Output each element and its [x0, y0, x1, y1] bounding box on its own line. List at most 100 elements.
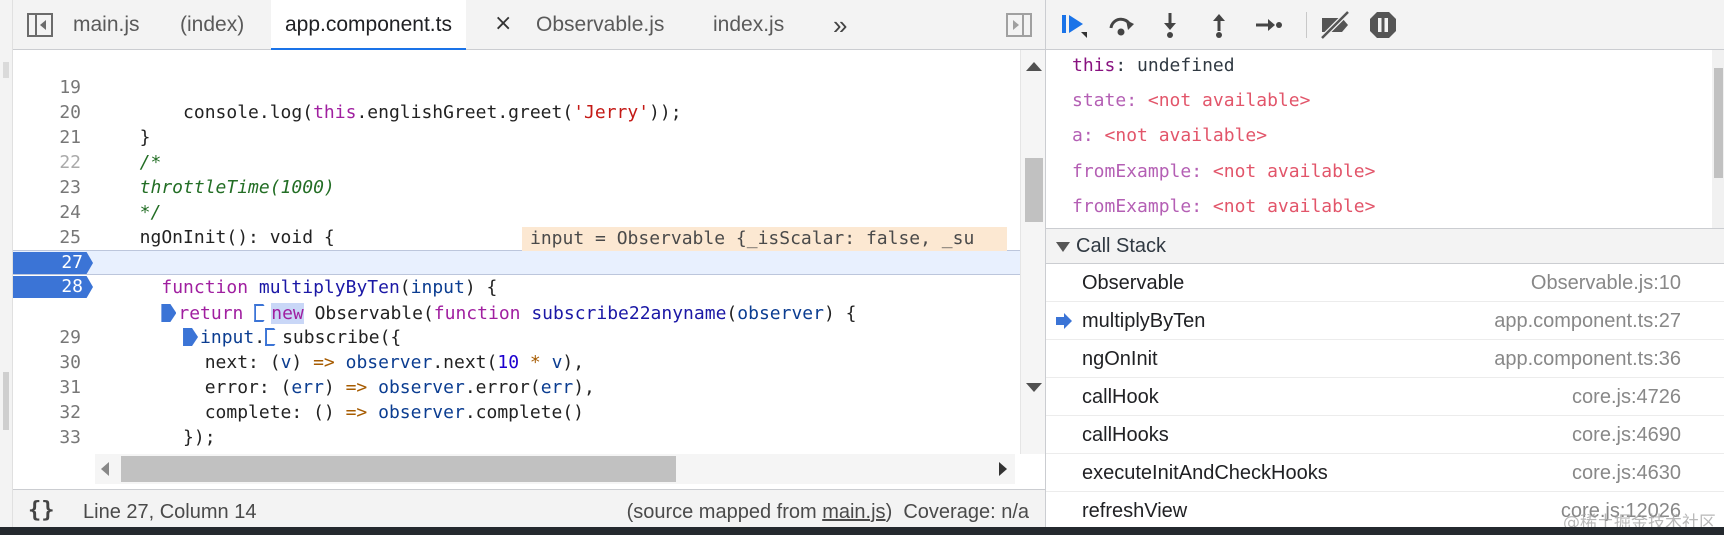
- call-frame[interactable]: callHooks core.js:4690: [1046, 416, 1724, 454]
- code-line: 34 }: [13, 425, 1020, 454]
- more-tabs-icon[interactable]: »: [833, 0, 847, 50]
- step-over-icon[interactable]: [1106, 10, 1136, 40]
- call-frame[interactable]: callHook core.js:4726: [1046, 378, 1724, 416]
- current-execution-line: 27 return new Observable(function subscr…: [13, 250, 1020, 324]
- tab-index-js[interactable]: index.js: [713, 0, 784, 50]
- scope-panel: this: undefined state: <not available> a…: [1046, 50, 1724, 228]
- code-editor[interactable]: 19 console.log(this.englishGreet.greet('…: [13, 50, 1020, 454]
- scope-variable[interactable]: state: <not available>: [1072, 87, 1310, 115]
- variable-separator: :: [1115, 55, 1138, 76]
- frame-location[interactable]: core.js:4726: [1572, 386, 1681, 409]
- source-map-suffix: ): [885, 501, 893, 523]
- code-line: 21 /*: [13, 100, 1020, 173]
- code-line: 33 });: [13, 400, 1020, 454]
- resume-icon[interactable]: [1059, 10, 1089, 40]
- code-line: 29 next: (v) => observer.next(10 * v),: [13, 300, 1020, 373]
- expand-triangle-icon: [1056, 242, 1070, 252]
- frame-location[interactable]: app.component.ts:27: [1494, 310, 1681, 333]
- scope-variable[interactable]: a: <not available>: [1072, 122, 1267, 150]
- code-line: 30 error: (err) => observer.error(err),: [13, 325, 1020, 398]
- variable-value: undefined: [1137, 55, 1235, 76]
- frame-function: Observable: [1082, 272, 1185, 294]
- code-line: 31 complete: () => observer.complete(): [13, 350, 1020, 423]
- breakpoint-marker[interactable]: 28: [13, 276, 93, 298]
- code-line: 22 throttleTime(1000): [13, 125, 1020, 198]
- strip-marker: [3, 62, 9, 78]
- editor-vertical-scrollbar[interactable]: [1020, 50, 1045, 454]
- tab-app-component-ts[interactable]: app.component.ts: [271, 0, 466, 51]
- code-line: 24 ngOnInit(): void {: [13, 175, 1020, 248]
- variable-value: <not available>: [1147, 90, 1311, 111]
- source-map-prefix: (source mapped from: [626, 501, 823, 523]
- scroll-left-icon[interactable]: [101, 462, 109, 476]
- call-frame[interactable]: ngOnInit app.component.ts:36: [1046, 340, 1724, 378]
- step-out-icon[interactable]: [1204, 10, 1234, 40]
- variable-value: <not available>: [1212, 161, 1376, 182]
- variable-name: fromExample: [1072, 196, 1192, 217]
- variable-separator: :: [1126, 90, 1148, 111]
- step-into-icon[interactable]: [1155, 10, 1185, 40]
- current-frame-arrow-icon: [1056, 313, 1072, 329]
- source-map-info: (source mapped from main.js) Coverage: n…: [627, 501, 1029, 524]
- close-tab-icon[interactable]: ×: [494, 0, 512, 50]
- coverage-status: Coverage: n/a: [903, 501, 1029, 523]
- inline-value-preview: input = Observable {_isScalar: false, _s…: [522, 227, 1007, 251]
- window-bottom-edge: [0, 527, 1724, 535]
- call-frame[interactable]: Observable Observable.js:10: [1046, 264, 1724, 302]
- scroll-up-icon[interactable]: [1026, 62, 1042, 71]
- editor-tab-bar: main.js (index) app.component.ts × Obser…: [13, 0, 1045, 51]
- frame-function: refreshView: [1082, 500, 1188, 522]
- frame-function: callHook: [1082, 386, 1159, 408]
- code-line: 25 // input has type observable: [13, 200, 1020, 273]
- variable-separator: :: [1191, 161, 1213, 182]
- code-line: 19 console.log(this.englishGreet.greet('…: [13, 50, 1020, 123]
- tab-index[interactable]: (index): [180, 0, 244, 50]
- navigator-collapse-strip[interactable]: [0, 0, 13, 535]
- frame-location[interactable]: core.js:4630: [1572, 462, 1681, 485]
- cursor-position: Line 27, Column 14: [83, 501, 257, 523]
- deactivate-breakpoints-icon[interactable]: [1318, 10, 1354, 40]
- pretty-print-icon[interactable]: {}: [28, 498, 55, 523]
- scrollbar-thumb[interactable]: [1025, 158, 1043, 222]
- call-stack-list: Observable Observable.js:10 multiplyByTe…: [1046, 264, 1724, 527]
- scrollbar-thumb[interactable]: [121, 456, 676, 482]
- scope-variable[interactable]: fromExample: <not available>: [1072, 158, 1375, 186]
- code-line: 20 }: [13, 75, 1020, 148]
- breakpoint-marker[interactable]: 27: [13, 252, 93, 274]
- toolbar-separator: [1306, 12, 1307, 38]
- frame-location[interactable]: core.js:4690: [1572, 424, 1681, 447]
- code-line: 23 */: [13, 150, 1020, 223]
- frame-location[interactable]: app.component.ts:36: [1494, 348, 1681, 371]
- variable-name: this: [1072, 55, 1116, 76]
- code-line: 32 });: [13, 375, 1020, 448]
- call-stack-title: Call Stack: [1076, 235, 1167, 257]
- call-frame-current[interactable]: multiplyByTen app.component.ts:27: [1046, 302, 1724, 340]
- toggle-debugger-icon[interactable]: [1006, 13, 1032, 37]
- frame-location[interactable]: Observable.js:10: [1531, 272, 1681, 295]
- frame-function: executeInitAndCheckHooks: [1082, 462, 1328, 484]
- frame-function: ngOnInit: [1082, 348, 1158, 370]
- scroll-down-icon[interactable]: [1026, 383, 1042, 392]
- toggle-navigator-icon[interactable]: [27, 13, 53, 37]
- variable-separator: :: [1082, 125, 1105, 146]
- scope-variable[interactable]: this: undefined: [1072, 52, 1235, 80]
- tab-observable-js[interactable]: Observable.js: [536, 0, 664, 50]
- call-stack-header[interactable]: Call Stack: [1046, 228, 1724, 264]
- variable-value: <not available>: [1104, 125, 1268, 146]
- sources-pane: main.js (index) app.component.ts × Obser…: [0, 0, 1045, 535]
- scroll-right-icon[interactable]: [999, 462, 1007, 476]
- frame-function: callHooks: [1082, 424, 1169, 446]
- scope-scrollbar[interactable]: [1712, 50, 1724, 228]
- code-line: 28 input. subscribe({: [13, 275, 1020, 348]
- step-icon[interactable]: [1253, 10, 1283, 40]
- scrollbar-thumb[interactable]: [1714, 68, 1723, 178]
- call-frame[interactable]: executeInitAndCheckHooks core.js:4630: [1046, 454, 1724, 492]
- frame-function: multiplyByTen: [1082, 310, 1206, 332]
- pause-on-exceptions-icon[interactable]: [1368, 10, 1398, 40]
- scope-variable[interactable]: fromExample: <not available>: [1072, 193, 1375, 221]
- editor-horizontal-scrollbar[interactable]: [95, 454, 1015, 484]
- source-map-link[interactable]: main.js: [822, 501, 885, 523]
- strip-marker: [3, 372, 9, 430]
- tab-main-js[interactable]: main.js: [73, 0, 140, 50]
- variable-name: state: [1072, 90, 1127, 111]
